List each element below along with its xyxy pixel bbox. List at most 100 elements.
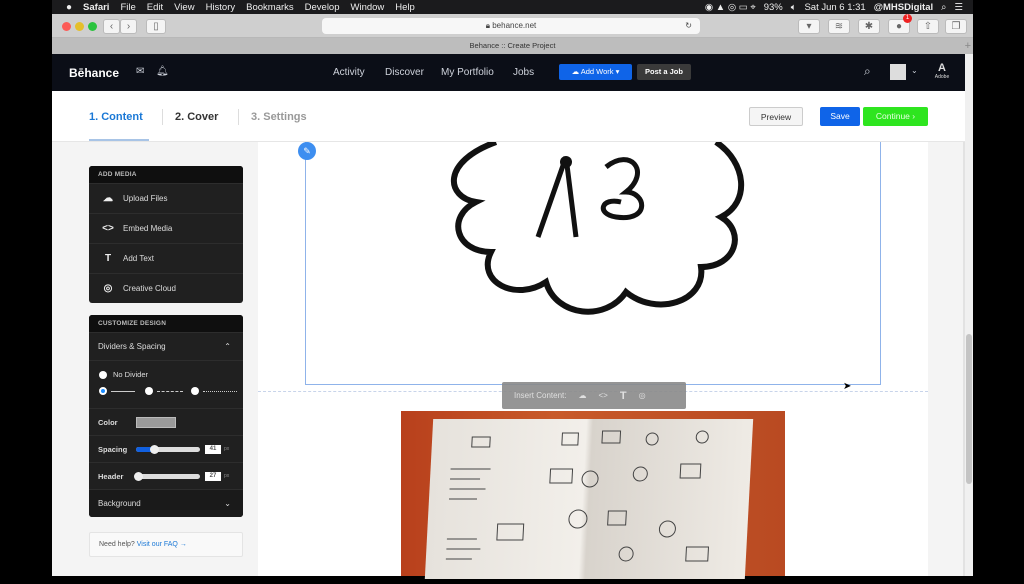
user-name[interactable]: @MHSDigital [874, 2, 933, 13]
browser-toolbar: ‹ › ▯ 🔒︎ behance.net ↻ ▾ ≋ ✱ ● 1 ⇧ ❐ [52, 14, 973, 38]
post-job-button[interactable]: Post a Job [637, 64, 691, 80]
battery-percent[interactable]: 93% [764, 2, 783, 13]
scrollbar-thumb[interactable] [966, 334, 972, 484]
embed-code-icon[interactable]: <> [598, 391, 607, 400]
mac-menubar: ● Safari File Edit View History Bookmark… [52, 0, 973, 14]
solid-divider-radio[interactable] [99, 387, 135, 395]
color-swatch[interactable] [136, 416, 176, 428]
reload-icon[interactable]: ↻ [685, 18, 692, 34]
editor-area: ADD MEDIA ☁ Upload Files <> Embed Media TA… [52, 139, 965, 579]
spotlight-icon[interactable]: ⌕ [941, 2, 946, 13]
volume-icon[interactable]: 🔈︎ [791, 2, 797, 13]
spacing-slider[interactable] [136, 444, 200, 454]
upload-icon[interactable]: ☁ [578, 391, 586, 400]
extension-icon[interactable]: ✱ [858, 19, 880, 34]
header-slider[interactable] [134, 471, 200, 481]
divider-options: No Divider [89, 360, 243, 408]
menu-app[interactable]: Safari [83, 2, 109, 13]
sidebar-toggle-button[interactable]: ▯ [146, 19, 166, 34]
share-icon[interactable]: ⇧ [917, 19, 939, 34]
preview-button[interactable]: Preview [749, 107, 803, 126]
messages-icon[interactable]: ✉ [136, 66, 144, 77]
sketchbook-photo[interactable] [401, 411, 785, 579]
no-divider-radio[interactable]: No Divider [99, 370, 148, 379]
scrollbar[interactable] [965, 54, 973, 576]
chevron-down-icon[interactable]: ⌄ [911, 66, 918, 75]
panel-title: CUSTOMIZE DESIGN [89, 315, 243, 332]
project-canvas: ✎ Insert Content: ☁ <> T ◎ [258, 139, 928, 579]
close-window-button[interactable] [62, 22, 71, 31]
search-icon[interactable]: ⌕ [864, 64, 871, 79]
back-button[interactable]: ‹ [103, 19, 120, 34]
menu-develop[interactable]: Develop [305, 2, 340, 13]
project-steps-bar: 1. Content 2. Cover 3. Settings Preview … [52, 91, 965, 142]
behance-header: Bēhance ✉ 🔔︎ Activity Discover My Portfo… [52, 54, 965, 91]
edit-pencil-icon[interactable]: ✎ [298, 142, 316, 160]
continue-button[interactable]: Continue › [863, 107, 928, 126]
menu-window[interactable]: Window [351, 2, 385, 13]
save-button[interactable]: Save [820, 107, 860, 126]
embed-media-button[interactable]: <> Embed Media [89, 213, 243, 243]
insert-content-bar: Insert Content: ☁ <> T ◎ [502, 382, 686, 409]
background-toggle[interactable]: Background ⌄ [89, 489, 243, 517]
forward-button[interactable]: › [120, 19, 137, 34]
header-row: Header 27 px [89, 462, 243, 489]
menu-file[interactable]: File [120, 2, 135, 13]
menu-view[interactable]: View [174, 2, 194, 13]
notifications-bell-icon[interactable]: 🔔︎ [156, 66, 169, 77]
ghostery-icon[interactable]: ● 1 [888, 14, 912, 34]
minimize-window-button[interactable] [75, 22, 84, 31]
nav-jobs[interactable]: Jobs [513, 67, 534, 78]
nav-activity[interactable]: Activity [333, 67, 365, 78]
clock[interactable]: Sat Jun 6 1:31 [804, 2, 865, 13]
nav-my-portfolio[interactable]: My Portfolio [441, 67, 494, 78]
avatar[interactable] [890, 64, 906, 80]
text-icon: T [104, 253, 112, 264]
pocket-icon[interactable]: ▾ [798, 19, 820, 34]
zoom-window-button[interactable] [88, 22, 97, 31]
creative-cloud-button[interactable]: ◎ Creative Cloud [89, 273, 243, 303]
customize-design-panel: CUSTOMIZE DESIGN Dividers & Spacing ⌃ No … [89, 315, 243, 517]
menu-edit[interactable]: Edit [147, 2, 163, 13]
header-value-input[interactable]: 27 [205, 471, 221, 481]
chevron-down-icon: ⌄ [224, 499, 231, 508]
status-icons[interactable]: ◉ ▲ ◎ ▭ ⌖ [705, 2, 756, 13]
creative-cloud-icon: ◎ [103, 283, 113, 294]
nav-discover[interactable]: Discover [385, 67, 424, 78]
menu-help[interactable]: Help [395, 2, 415, 13]
mouse-cursor-icon: ➤ [843, 381, 852, 392]
code-icon: <> [102, 223, 114, 234]
tab-settings[interactable]: 3. Settings [251, 111, 307, 123]
drawing-image-module[interactable] [305, 139, 881, 385]
active-tab-indicator [89, 139, 149, 141]
add-work-button[interactable]: ☁ Add Work ▾ [559, 64, 632, 80]
text-icon[interactable]: T [620, 390, 627, 402]
creative-cloud-icon[interactable]: ◎ [639, 391, 646, 400]
notifications-icon[interactable]: ☰ [954, 2, 963, 13]
add-media-panel: ADD MEDIA ☁ Upload Files <> Embed Media TA… [89, 166, 243, 303]
behance-logo[interactable]: Bēhance [69, 66, 119, 80]
spacing-row: Spacing 41 px [89, 435, 243, 462]
dotted-divider-radio[interactable] [191, 387, 237, 395]
add-text-button[interactable]: T Add Text [89, 243, 243, 273]
menu-history[interactable]: History [206, 2, 236, 13]
upload-files-button[interactable]: ☁ Upload Files [89, 183, 243, 213]
tab-cover[interactable]: 2. Cover [175, 111, 218, 123]
sketchbook-page [424, 419, 754, 579]
tab-bar: Behance :: Create Project + [52, 38, 973, 54]
active-tab[interactable]: Behance :: Create Project [470, 41, 556, 50]
new-tab-button[interactable]: + [965, 38, 971, 54]
address-bar[interactable]: 🔒︎ behance.net ↻ [322, 18, 700, 34]
dashed-divider-radio[interactable] [145, 387, 183, 395]
dividers-spacing-toggle[interactable]: Dividers & Spacing ⌃ [89, 332, 243, 360]
faq-link[interactable]: Visit our FAQ → [137, 541, 187, 548]
buffer-icon[interactable]: ≋ [828, 19, 850, 34]
thirteen-drawing-image [451, 139, 745, 315]
adobe-logo[interactable]: A Adobe [932, 62, 952, 80]
apple-menu-icon[interactable]: ● [66, 2, 72, 13]
spacing-value-input[interactable]: 41 [205, 444, 221, 454]
menu-bookmarks[interactable]: Bookmarks [246, 2, 294, 13]
tabs-overview-icon[interactable]: ❐ [945, 19, 967, 34]
tab-content[interactable]: 1. Content [89, 111, 143, 123]
chevron-up-icon: ⌃ [224, 342, 231, 351]
